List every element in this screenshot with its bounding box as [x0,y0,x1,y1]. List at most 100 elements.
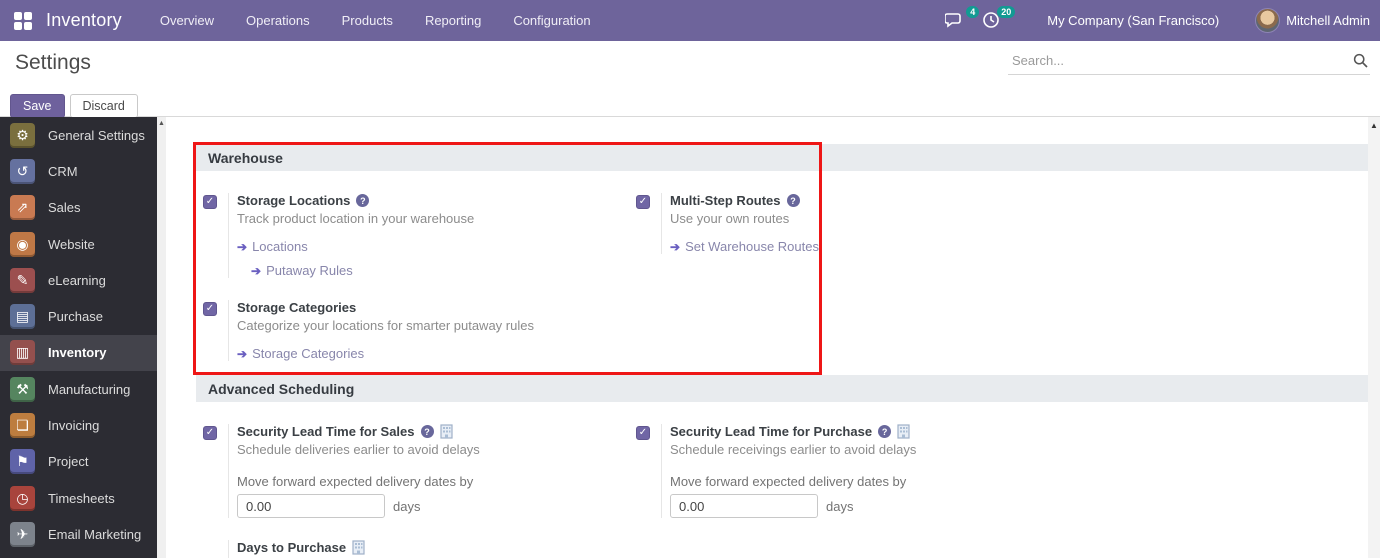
menu-overview[interactable]: Overview [148,7,226,34]
globe-icon: ◉ [10,231,35,257]
menu-reporting[interactable]: Reporting [413,7,493,34]
sidebar-item-manufacturing[interactable]: ⚒ Manufacturing [0,371,157,407]
multi-step-routes-label: Multi-Step Routes [670,193,781,208]
purchase-card-icon: ▤ [10,304,35,330]
days-to-purchase-label: Days to Purchase [237,540,347,555]
arrow-right-icon: ➔ [237,239,248,254]
sidebar-item-general-settings[interactable]: ⚙ General Settings [0,117,157,153]
check-icon: ✓ [205,427,215,438]
user-name: Mitchell Admin [1286,13,1370,28]
sales-days-unit: days [393,498,421,514]
locations-link[interactable]: ➔ Locations [237,239,474,254]
save-button[interactable]: Save [10,94,65,118]
messages-count-badge: 4 [966,5,980,18]
set-warehouse-routes-link[interactable]: ➔ Set Warehouse Routes [670,239,819,254]
activities-button[interactable]: 20 [981,5,1016,32]
navbar-right: 4 20 My Company (San Francisco) Mitchell… [944,5,1370,33]
menu-products[interactable]: Products [330,7,405,34]
setting-multi-step-routes: ✓ Multi-Step Routes ? Use your own route… [629,171,1062,254]
sidebar-item-timesheets[interactable]: ◷ Timesheets [0,480,157,516]
page-title: Settings [15,51,91,74]
sidebar-item-email-marketing[interactable]: ✈ Email Marketing [0,516,157,552]
settings-content: Warehouse ✓ Storage Locations ? Track pr… [166,117,1368,558]
control-panel: Settings Save Discard [0,41,1380,118]
sidebar-item-crm[interactable]: ↺ CRM [0,153,157,189]
security-lead-time-purchase-checkbox[interactable]: ✓ [636,426,650,440]
check-icon: ✓ [205,303,215,314]
security-lead-time-sales-label: Security Lead Time for Sales [237,424,415,439]
sidebar-item-label: Sales [48,200,81,216]
company-switcher[interactable]: My Company (San Francisco) [1047,13,1219,28]
project-icon: ⚑ [10,449,35,475]
storage-locations-checkbox[interactable]: ✓ [203,195,217,209]
help-icon[interactable]: ? [356,194,370,207]
sidebar-scrollbar[interactable]: ▲ [157,117,166,558]
menu-operations[interactable]: Operations [234,7,322,34]
sidebar-item-sales[interactable]: ⇗ Sales [0,190,157,226]
inventory-truck-icon: ▥ [10,340,35,366]
enterprise-building-icon [352,540,365,555]
sidebar-item-invoicing[interactable]: ❏ Invoicing [0,407,157,443]
sidebar-item-label: General Settings [48,127,145,143]
setting-storage-categories: ✓ Storage Categories Categorize your loc… [196,278,629,361]
multi-step-routes-desc: Use your own routes [670,211,790,226]
search-icon[interactable] [1353,53,1368,68]
help-icon[interactable]: ? [786,194,800,207]
user-menu[interactable]: Mitchell Admin [1255,8,1370,33]
putaway-rules-link[interactable]: ➔ Putaway Rules [251,263,474,278]
sidebar-item-purchase[interactable]: ▤ Purchase [0,298,157,334]
scroll-up-icon[interactable]: ▲ [158,120,165,127]
check-icon: ✓ [638,427,648,438]
section-header-advanced-scheduling: Advanced Scheduling [196,375,1368,402]
menu-configuration[interactable]: Configuration [501,7,602,34]
sidebar-item-partial[interactable] [0,553,157,558]
check-icon: ✓ [638,196,648,207]
content-scrollbar[interactable]: ▲ [1368,117,1380,558]
sales-field-label: Move forward expected delivery dates by [237,474,474,489]
body-row: ⚙ General Settings ↺ CRM ⇗ Sales ◉ Websi… [0,117,1380,558]
discard-button[interactable]: Discard [69,94,138,118]
warehouse-grid: ✓ Storage Locations ? Track product loca… [196,171,1368,361]
search-input[interactable] [1012,53,1353,68]
sidebar-item-project[interactable]: ⚑ Project [0,444,157,480]
sidebar-item-label: CRM [48,163,78,179]
sidebar-item-label: Invoicing [48,418,100,434]
sidebar-item-label: Manufacturing [48,381,131,397]
sidebar-item-label: Timesheets [48,490,115,506]
chat-bubbles-icon [944,12,962,28]
sidebar-item-elearning[interactable]: ✎ eLearning [0,262,157,298]
sidebar-item-website[interactable]: ◉ Website [0,226,157,262]
purchase-lead-time-input[interactable] [670,494,818,518]
enterprise-building-icon [897,424,910,439]
help-icon[interactable]: ? [420,425,434,438]
settings-sidebar: ⚙ General Settings ↺ CRM ⇗ Sales ◉ Websi… [0,117,157,558]
elearning-icon: ✎ [10,267,35,293]
sidebar-item-inventory[interactable]: ▥ Inventory [0,334,157,372]
crm-icon: ↺ [10,158,35,184]
activities-count-badge: 20 [997,5,1016,18]
app-title[interactable]: Inventory [46,10,122,31]
storage-categories-link[interactable]: ➔ Storage Categories [237,346,534,361]
advanced-grid: ✓ Security Lead Time for Sales ? Schedul… [196,402,1368,558]
wrench-icon: ⚒ [10,376,35,402]
storage-categories-checkbox[interactable]: ✓ [203,302,217,316]
security-lead-time-sales-desc: Schedule deliveries earlier to avoid del… [237,442,480,457]
scroll-up-icon[interactable]: ▲ [1370,121,1378,130]
messages-button[interactable]: 4 [944,5,980,32]
security-lead-time-sales-checkbox[interactable]: ✓ [203,426,217,440]
arrow-right-icon: ➔ [237,346,248,361]
sidebar-item-label: Purchase [48,309,103,325]
sidebar-item-label: eLearning [48,272,106,288]
section-header-warehouse: Warehouse [196,144,1368,171]
gear-icon: ⚙ [10,122,35,148]
multi-step-routes-checkbox[interactable]: ✓ [636,195,650,209]
storage-categories-desc: Categorize your locations for smarter pu… [237,318,534,333]
control-buttons: Save Discard [10,94,138,118]
sales-lead-time-input[interactable] [237,494,385,518]
main-menu: Overview Operations Products Reporting C… [148,7,603,34]
paper-plane-icon: ✈ [10,521,35,547]
apps-grid-icon[interactable] [14,11,32,30]
storage-locations-label: Storage Locations [237,193,351,208]
top-navbar: Inventory Overview Operations Products R… [0,0,1380,41]
help-icon[interactable]: ? [878,425,892,438]
